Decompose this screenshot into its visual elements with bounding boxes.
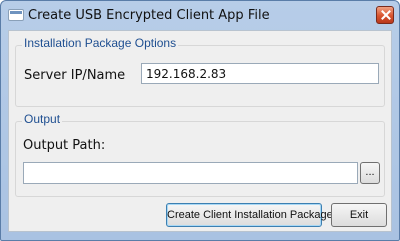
output-path-label: Output Path: (23, 138, 106, 153)
output-group: Output Output Path: ... (15, 112, 385, 197)
dialog-client-area: Installation Package Options Server IP/N… (8, 30, 392, 232)
window-title: Create USB Encrypted Client App File (28, 8, 270, 23)
create-package-button[interactable]: Create Client Installation Package (166, 203, 333, 227)
dialog-window: Create USB Encrypted Client App File Ins… (0, 0, 400, 241)
server-ip-input[interactable]: 192.168.2.83 (141, 63, 379, 84)
output-path-input[interactable] (23, 162, 358, 184)
server-ip-label: Server IP/Name (24, 68, 126, 83)
window-icon (8, 9, 24, 21)
installation-options-group: Installation Package Options Server IP/N… (15, 36, 385, 107)
title-bar[interactable]: Create USB Encrypted Client App File (1, 1, 399, 31)
installation-options-legend: Installation Package Options (22, 36, 179, 50)
browse-button[interactable]: ... (360, 162, 380, 184)
output-legend: Output (22, 112, 63, 126)
close-icon[interactable] (376, 6, 394, 24)
exit-button[interactable]: Exit (331, 203, 387, 227)
